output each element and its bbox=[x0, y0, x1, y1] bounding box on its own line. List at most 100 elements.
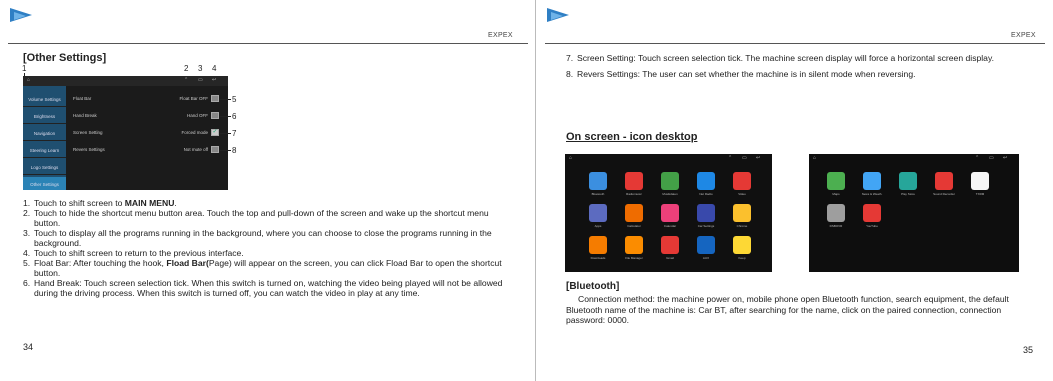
list-item: 5. Float Bar: After touching the hook, Fl… bbox=[23, 258, 513, 278]
list-text: Revers Settings: The user can set whethe… bbox=[577, 69, 916, 79]
callout-4: 4 bbox=[212, 64, 217, 73]
list-text: Touch to shift screen to bbox=[34, 198, 125, 208]
back-icon: ↩ bbox=[212, 77, 217, 83]
sidebar-item-other: Other Settings bbox=[23, 177, 66, 190]
app-icon bbox=[661, 236, 679, 254]
list-text: Touch to shift screen to return to the p… bbox=[34, 248, 244, 258]
app-icon bbox=[697, 172, 715, 190]
app-label: Play Store bbox=[901, 192, 915, 196]
app-icon bbox=[733, 204, 751, 222]
bluetooth-text: Connection method: the machine power on,… bbox=[566, 294, 1009, 325]
app-label: Calendar bbox=[663, 224, 677, 228]
checkbox-revers bbox=[211, 146, 219, 153]
app-label: Car Settings bbox=[697, 224, 715, 228]
callout-7: 7 bbox=[232, 129, 237, 138]
screen-top-bar: ⌂ ⌃ ▭ ↩ bbox=[23, 76, 228, 86]
sidebar-item-steering: Steering Learn bbox=[23, 143, 66, 158]
app-icon bbox=[827, 172, 845, 190]
page-number: 35 bbox=[1023, 345, 1034, 355]
sidebar-item-brightness: Brightness bbox=[23, 109, 66, 124]
icon-desktop-title: On screen - icon desktop bbox=[566, 131, 698, 143]
checkbox-float-bar bbox=[211, 95, 219, 102]
list-item: 3. Touch to display all the programs runn… bbox=[23, 228, 513, 248]
left-page: EXPEX [Other Settings] 1 2 3 4 ⌂ ⌃ ▭ ↩ V… bbox=[0, 0, 536, 381]
app-icon bbox=[827, 204, 845, 222]
row-value-revers: Not mute off bbox=[183, 147, 208, 152]
list-number: 8. bbox=[566, 69, 574, 79]
instruction-list: 1. Touch to shift screen to MAIN MENU. 2. T… bbox=[23, 198, 513, 298]
row-value-float-bar: Float Bar OFF bbox=[179, 96, 208, 101]
row-value-screen-setting: Forced mode bbox=[181, 130, 208, 135]
app-label: Maps bbox=[832, 192, 840, 196]
list-number: 2. bbox=[23, 208, 31, 218]
app-label: Apps bbox=[594, 224, 602, 228]
app-icon bbox=[661, 172, 679, 190]
brand-logo-icon bbox=[547, 8, 569, 22]
app-icon bbox=[625, 204, 643, 222]
callout-line bbox=[220, 99, 231, 100]
callout-6: 6 bbox=[232, 112, 237, 121]
app-label: Chrome bbox=[736, 224, 748, 228]
back-icon: ↩ bbox=[1003, 155, 1008, 161]
list-item: 6. Hand Break: Touch screen selection tic… bbox=[23, 278, 513, 298]
callout-3: 3 bbox=[198, 64, 203, 73]
app-label: News & Weath. bbox=[861, 192, 883, 196]
app-icon bbox=[697, 236, 715, 254]
brand-name: EXPEX bbox=[488, 32, 513, 39]
page-number: 34 bbox=[23, 342, 34, 352]
app-icon bbox=[625, 172, 643, 190]
recent-apps-icon: ▭ bbox=[989, 155, 994, 161]
instruction-list-continued: 7. Screen Setting: Touch screen selection… bbox=[566, 53, 1036, 79]
sidebar-item-logo: Logo Settings bbox=[23, 160, 66, 175]
app-icon bbox=[733, 236, 751, 254]
bold-text: MAIN MENU bbox=[124, 198, 175, 208]
list-item: 2. Touch to hide the shortcut menu button… bbox=[23, 208, 513, 228]
list-text: Screen Setting: Touch screen selection t… bbox=[577, 53, 995, 63]
hide-bar-icon: ⌃ bbox=[184, 77, 189, 83]
list-text: . bbox=[174, 198, 177, 208]
list-text: Touch to hide the shortcut menu button a… bbox=[34, 208, 489, 228]
app-icon bbox=[589, 236, 607, 254]
bluetooth-title: [Bluetooth] bbox=[566, 281, 620, 292]
app-label: Downloads bbox=[590, 256, 606, 260]
app-label: YouTube bbox=[866, 224, 878, 228]
callout-line bbox=[220, 116, 231, 117]
list-number: 3. bbox=[23, 228, 31, 238]
app-label: Sound Recorder bbox=[933, 192, 955, 196]
app-label: Bluetooth bbox=[591, 192, 605, 196]
app-icon bbox=[935, 172, 953, 190]
list-number: 5. bbox=[23, 258, 31, 268]
app-label: Calculator bbox=[627, 224, 641, 228]
app-label: AUX bbox=[702, 256, 710, 260]
list-item: 4. Touch to shift screen to return to the… bbox=[23, 248, 513, 258]
callout-1: 1 bbox=[22, 64, 27, 73]
app-icon bbox=[971, 172, 989, 190]
settings-screenshot: ⌂ ⌃ ▭ ↩ Volume Settings Brightness Navig… bbox=[23, 76, 228, 190]
header-rule bbox=[545, 43, 1045, 44]
app-icon bbox=[899, 172, 917, 190]
checkbox-hand-break bbox=[211, 112, 219, 119]
row-label-screen-setting: Screen Setting bbox=[73, 130, 103, 135]
callout-line bbox=[220, 150, 231, 151]
recent-apps-icon: ▭ bbox=[742, 155, 747, 161]
callout-2: 2 bbox=[184, 64, 189, 73]
app-label: Gmail bbox=[666, 256, 674, 260]
screen-top-bar: ⌂ ⌃ ▭ ↩ bbox=[809, 154, 1019, 164]
home-icon: ⌂ bbox=[27, 77, 31, 83]
sidebar-item-volume: Volume Settings bbox=[23, 92, 66, 107]
app-label: Radiomusic bbox=[626, 192, 642, 196]
app-icon bbox=[863, 172, 881, 190]
hide-bar-icon: ⌃ bbox=[728, 155, 733, 161]
app-icon bbox=[661, 204, 679, 222]
desktop-screenshot-2: ⌂ ⌃ ▭ ↩ Maps News & Weath. Play Store Sound… bbox=[809, 154, 1019, 272]
home-icon: ⌂ bbox=[813, 155, 817, 161]
list-text: Float Bar: After touching the hook, bbox=[34, 258, 167, 268]
bold-text: Fload Bar( bbox=[166, 258, 209, 268]
recent-apps-icon: ▭ bbox=[198, 77, 203, 83]
row-label-float-bar: Float Bar bbox=[73, 96, 92, 101]
settings-sidebar: Volume Settings Brightness Navigation St… bbox=[23, 86, 66, 190]
brand-logo-icon bbox=[10, 8, 32, 22]
list-number: 1. bbox=[23, 198, 31, 208]
brand-name: EXPEX bbox=[1011, 32, 1036, 39]
app-icon bbox=[863, 204, 881, 222]
